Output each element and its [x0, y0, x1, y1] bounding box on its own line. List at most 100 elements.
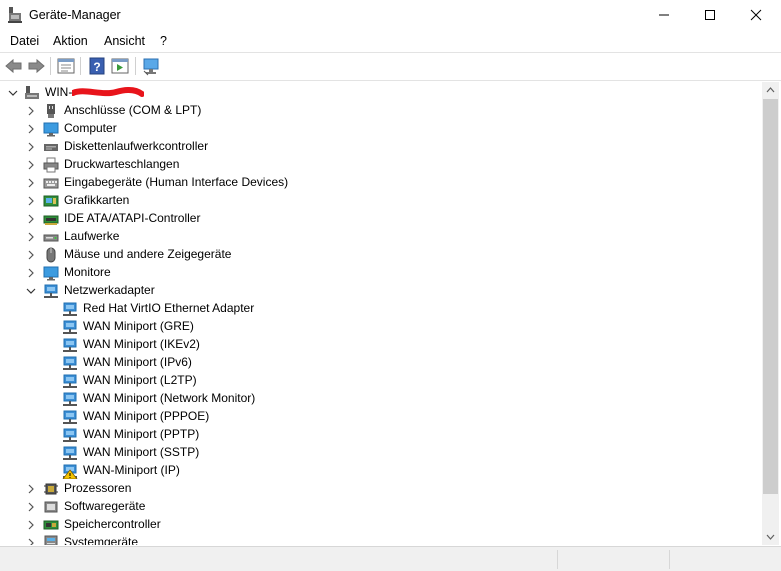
- run-button[interactable]: [110, 56, 130, 76]
- expand-chevron-icon[interactable]: [26, 178, 36, 188]
- tree-device[interactable]: WAN Miniport (IKEv2): [0, 336, 762, 354]
- expand-chevron-icon[interactable]: [26, 502, 36, 512]
- tree-item-label: Systemgeräte: [64, 535, 139, 545]
- tree-root[interactable]: WIN-: [0, 84, 762, 102]
- menu-help[interactable]: ?: [160, 34, 167, 48]
- tree-category[interactable]: Diskettenlaufwerkcontroller: [0, 138, 762, 156]
- toolbar: ?: [0, 53, 781, 79]
- storage-controller-icon: [43, 520, 59, 530]
- tree-device[interactable]: WAN Miniport (SSTP): [0, 444, 762, 462]
- expand-chevron-icon[interactable]: [26, 520, 36, 530]
- port-icon: [47, 104, 55, 118]
- tree-category[interactable]: Speichercontroller: [0, 516, 762, 534]
- tree-root-label: WIN-: [45, 85, 73, 99]
- tree-category[interactable]: Grafikkarten: [0, 192, 762, 210]
- tree-item-label: Red Hat VirtIO Ethernet Adapter: [83, 301, 255, 315]
- tree-category[interactable]: Softwaregeräte: [0, 498, 762, 516]
- properties-button[interactable]: [56, 56, 76, 76]
- expand-chevron-icon[interactable]: [26, 160, 36, 170]
- tree-category[interactable]: Mäuse und andere Zeigegeräte: [0, 246, 762, 264]
- tree-category[interactable]: Druckwarteschlangen: [0, 156, 762, 174]
- software-device-icon: [44, 501, 58, 513]
- scan-hardware-button[interactable]: [141, 56, 161, 76]
- tree-device[interactable]: WAN Miniport (GRE): [0, 318, 762, 336]
- tree-device[interactable]: WAN Miniport (L2TP): [0, 372, 762, 390]
- tree-device[interactable]: WAN Miniport (IPv6): [0, 354, 762, 372]
- monitor-icon: [43, 266, 59, 281]
- network-adapter-icon: [44, 284, 58, 298]
- tree-item-label: Eingabegeräte (Human Interface Devices): [64, 175, 289, 189]
- tree-device[interactable]: WAN Miniport (PPTP): [0, 426, 762, 444]
- forward-icon: [28, 58, 45, 74]
- system-device-icon: [44, 535, 58, 545]
- toolbar-separator-line: [0, 80, 781, 81]
- computer-icon: [43, 122, 59, 137]
- device-manager-app-icon: [8, 7, 22, 23]
- floppy-controller-icon: [44, 144, 58, 151]
- expand-chevron-icon[interactable]: [26, 232, 36, 242]
- expand-chevron-icon[interactable]: [26, 250, 36, 260]
- network-adapter-icon: [63, 410, 77, 424]
- collapse-chevron-icon[interactable]: [26, 286, 36, 296]
- title-bar: Geräte-Manager: [0, 0, 781, 30]
- tree-device[interactable]: WAN Miniport (PPPOE): [0, 408, 762, 426]
- menu-bar: Datei Aktion Ansicht ?: [0, 30, 781, 52]
- tree-category[interactable]: IDE ATA/ATAPI-Controller: [0, 210, 762, 228]
- menu-aktion[interactable]: Aktion: [53, 34, 88, 48]
- tree-category[interactable]: Computer: [0, 120, 762, 138]
- maximize-button[interactable]: [687, 0, 733, 30]
- tree-item-label: WAN-Miniport (IP): [83, 463, 180, 477]
- tree-category[interactable]: Systemgeräte: [0, 534, 762, 545]
- tree-item-label: WAN Miniport (IKEv2): [83, 337, 200, 351]
- tree-category[interactable]: Netzwerkadapter: [0, 282, 762, 300]
- toolbar-separator: [135, 57, 136, 75]
- vertical-scrollbar[interactable]: [762, 82, 779, 545]
- device-tree[interactable]: WIN- Anschlüsse (COM & LPT) Computer Diske…: [0, 82, 762, 545]
- tree-category[interactable]: Eingabegeräte (Human Interface Devices): [0, 174, 762, 192]
- redaction-mark: [72, 87, 144, 97]
- tree-item-label: Computer: [64, 121, 117, 135]
- network-adapter-icon: [63, 356, 77, 370]
- tree-item-label: Netzwerkadapter: [64, 283, 155, 297]
- back-button[interactable]: [4, 56, 24, 76]
- tree-item-label: WAN Miniport (PPPOE): [83, 409, 210, 423]
- forward-button[interactable]: [26, 56, 46, 76]
- toolbar-separator: [50, 57, 51, 75]
- expand-chevron-icon[interactable]: [26, 106, 36, 116]
- tree-category[interactable]: Laufwerke: [0, 228, 762, 246]
- network-adapter-warning-icon: [62, 464, 78, 479]
- tree-device[interactable]: Red Hat VirtIO Ethernet Adapter: [0, 300, 762, 318]
- tree-item-label: Speichercontroller: [64, 517, 161, 531]
- minimize-button[interactable]: [641, 0, 687, 30]
- expand-chevron-icon[interactable]: [26, 124, 36, 134]
- expand-chevron-icon[interactable]: [26, 142, 36, 152]
- scan-hardware-icon: [143, 58, 159, 76]
- expand-chevron-icon[interactable]: [26, 484, 36, 494]
- tree-category[interactable]: Monitore: [0, 264, 762, 282]
- scroll-up-icon[interactable]: [766, 86, 775, 94]
- close-button[interactable]: [733, 0, 779, 30]
- run-icon: [111, 58, 129, 74]
- menu-datei[interactable]: Datei: [10, 34, 39, 48]
- scroll-down-icon[interactable]: [766, 533, 775, 541]
- properties-icon: [57, 58, 75, 74]
- tree-item-label: WAN Miniport (IPv6): [83, 355, 192, 369]
- expand-chevron-icon[interactable]: [26, 214, 36, 224]
- menu-ansicht[interactable]: Ansicht: [104, 34, 145, 48]
- expand-chevron-icon[interactable]: [26, 196, 36, 206]
- tree-device[interactable]: WAN Miniport (Network Monitor): [0, 390, 762, 408]
- window-title: Geräte-Manager: [29, 8, 121, 22]
- tree-item-label: Prozessoren: [64, 481, 132, 495]
- collapse-chevron-icon[interactable]: [8, 88, 18, 98]
- help-button[interactable]: ?: [87, 56, 107, 76]
- tree-item-label: IDE ATA/ATAPI-Controller: [64, 211, 201, 225]
- tree-category[interactable]: Anschlüsse (COM & LPT): [0, 102, 762, 120]
- tree-category[interactable]: Prozessoren: [0, 480, 762, 498]
- tree-item-label: WAN Miniport (Network Monitor): [83, 391, 256, 405]
- network-adapter-icon: [63, 446, 77, 460]
- expand-chevron-icon[interactable]: [26, 268, 36, 278]
- maximize-icon: [705, 10, 715, 20]
- tree-device[interactable]: WAN-Miniport (IP): [0, 462, 762, 480]
- expand-chevron-icon[interactable]: [26, 538, 36, 545]
- scrollbar-thumb[interactable]: [763, 99, 778, 494]
